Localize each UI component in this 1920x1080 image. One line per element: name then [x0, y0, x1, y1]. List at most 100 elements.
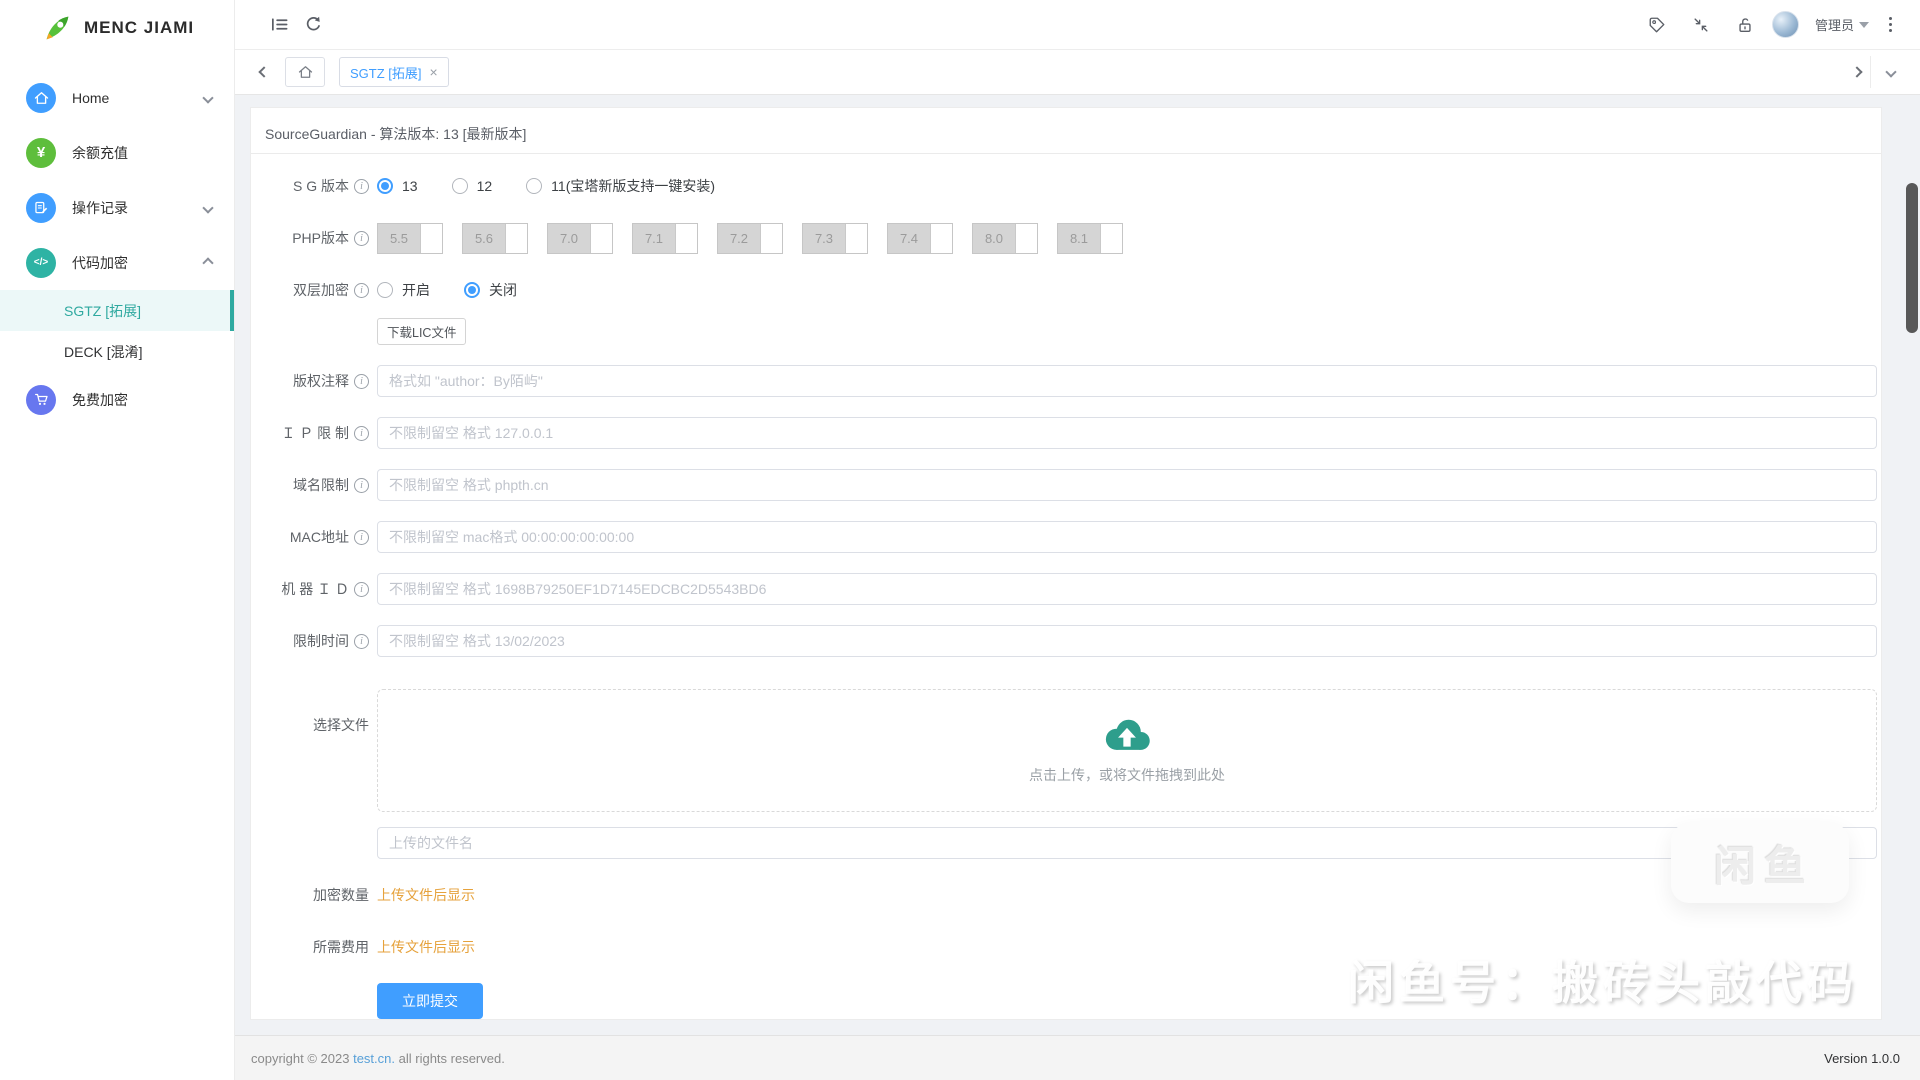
php-version-tag: 8.1	[1058, 224, 1100, 253]
sidebar-item-label: 免费加密	[72, 390, 212, 410]
double-encrypt-options: 开启 关闭 下载LIC文件	[377, 274, 1877, 345]
copyright-note-input[interactable]	[377, 365, 1877, 397]
encrypt-count-value: 上传文件后显示	[377, 885, 475, 905]
php-checkbox-7-2[interactable]: 7.2	[717, 223, 783, 254]
submit-button[interactable]: 立即提交	[377, 983, 483, 1019]
tab-sgtz[interactable]: SGTZ [拓展] ×	[339, 57, 449, 87]
php-checkbox-7-0[interactable]: 7.0	[547, 223, 613, 254]
radio-icon	[377, 282, 393, 298]
tag-icon[interactable]	[1640, 8, 1674, 42]
sg-version-options: 13 12 11(宝塔新版支持一键安装)	[377, 176, 1877, 196]
field-label: 加密数量	[265, 885, 369, 905]
version-text: Version 1.0.0	[1824, 1051, 1900, 1066]
topbar: 管理员	[235, 0, 1920, 50]
fullscreen-icon[interactable]	[1684, 8, 1718, 42]
php-checkbox-7-1[interactable]: 7.1	[632, 223, 698, 254]
checkbox-icon	[420, 224, 442, 253]
php-version-tag: 7.2	[718, 224, 760, 253]
sidebar-item-label: 余额充值	[72, 143, 212, 163]
sidebar-item-operation-records[interactable]: 操作记录	[0, 180, 234, 235]
ip-limit-input[interactable]	[377, 417, 1877, 449]
php-version-tag: 7.3	[803, 224, 845, 253]
tab-bar: SGTZ [拓展] ×	[235, 50, 1920, 95]
copyright-link[interactable]: test.cn.	[353, 1051, 395, 1066]
php-checkbox-5-6[interactable]: 5.6	[462, 223, 528, 254]
sidebar: MENC JIAMI Home ¥ 余额充值 操作记录	[0, 0, 235, 1080]
scrollbar-thumb[interactable]	[1906, 183, 1918, 333]
php-checkbox-7-3[interactable]: 7.3	[802, 223, 868, 254]
checkbox-icon	[845, 224, 867, 253]
time-limit-input[interactable]	[377, 625, 1877, 657]
machine-id-input[interactable]	[377, 573, 1877, 605]
label-text: 版权注释	[293, 371, 349, 391]
unlock-icon[interactable]	[1728, 8, 1762, 42]
sidebar-item-code-encrypt[interactable]: </> 代码加密	[0, 235, 234, 290]
upload-dropzone[interactable]: 点击上传，或将文件拖拽到此处	[377, 689, 1877, 812]
watermark-logo-text: 闲鱼	[1706, 833, 1814, 894]
info-icon[interactable]: i	[354, 374, 369, 389]
info-icon[interactable]: i	[354, 179, 369, 194]
field-label: 域名限制 i	[265, 475, 369, 495]
sidebar-item-balance-recharge[interactable]: ¥ 余额充值	[0, 125, 234, 180]
tab-label: SGTZ [拓展]	[350, 63, 422, 82]
php-checkbox-8-0[interactable]: 8.0	[972, 223, 1038, 254]
label-text: MAC地址	[290, 527, 349, 547]
home-tab-button[interactable]	[285, 57, 325, 87]
php-checkbox-7-4[interactable]: 7.4	[887, 223, 953, 254]
info-icon[interactable]: i	[354, 426, 369, 441]
tabs-scroll-right-icon[interactable]	[1844, 59, 1870, 85]
radio-sg-11[interactable]: 11(宝塔新版支持一键安装)	[526, 176, 715, 196]
field-label: MAC地址 i	[265, 527, 369, 547]
sidebar-item-home[interactable]: Home	[0, 70, 234, 125]
radio-encrypt-off[interactable]: 关闭	[464, 280, 517, 300]
checkbox-icon	[760, 224, 782, 253]
php-checkbox-5-5[interactable]: 5.5	[377, 223, 443, 254]
domain-limit-row: 域名限制 i	[265, 469, 1877, 501]
radio-label: 12	[477, 178, 493, 194]
info-icon[interactable]: i	[354, 582, 369, 597]
more-options-icon[interactable]	[1879, 11, 1902, 38]
file-select-row: 选择文件	[265, 689, 1877, 859]
info-icon[interactable]: i	[354, 530, 369, 545]
sidebar-subitem-deck[interactable]: DECK [混淆]	[0, 331, 234, 372]
domain-limit-input[interactable]	[377, 469, 1877, 501]
sg-version-row: S G 版本 i 13 12	[265, 170, 1877, 202]
label-text: 双层加密	[293, 280, 349, 300]
tabs-dropdown-button[interactable]	[1870, 56, 1910, 88]
label-text: Ｉ Ｐ 限 制	[281, 423, 349, 443]
refresh-icon[interactable]	[296, 8, 330, 42]
collapse-sidebar-icon[interactable]	[262, 8, 296, 42]
radio-sg-12[interactable]: 12	[452, 178, 493, 194]
close-icon[interactable]: ×	[430, 65, 438, 79]
info-icon[interactable]: i	[354, 478, 369, 493]
radio-selected-icon	[464, 282, 480, 298]
tabs-scroll-left-icon[interactable]	[251, 59, 277, 85]
mac-address-input[interactable]	[377, 521, 1877, 553]
double-encrypt-row: 双层加密 i 开启 关闭	[265, 274, 1877, 345]
php-checkbox-8-1[interactable]: 8.1	[1057, 223, 1123, 254]
encrypt-form: S G 版本 i 13 12	[251, 154, 1881, 1019]
uploaded-filename-input[interactable]	[377, 827, 1877, 859]
records-icon	[26, 193, 56, 223]
radio-sg-13[interactable]: 13	[377, 178, 418, 194]
submenu-item-label: DECK [混淆]	[64, 342, 143, 362]
user-avatar[interactable]	[1772, 11, 1799, 38]
field-label: 所需费用	[265, 937, 369, 957]
download-lic-button[interactable]: 下载LIC文件	[377, 318, 466, 345]
sidebar-subitem-sgtz[interactable]: SGTZ [拓展]	[0, 290, 234, 331]
code-encrypt-icon: </>	[26, 248, 56, 278]
field-label: 双层加密 i	[265, 280, 369, 300]
info-icon[interactable]: i	[354, 231, 369, 246]
sidebar-item-free-encrypt[interactable]: 免费加密	[0, 372, 234, 427]
copyright-note-row: 版权注释 i	[265, 365, 1877, 397]
fee-value: 上传文件后显示	[377, 937, 475, 957]
radio-encrypt-on[interactable]: 开启	[377, 280, 430, 300]
info-icon[interactable]: i	[354, 283, 369, 298]
copyright-suffix: all rights reserved.	[395, 1051, 505, 1066]
sidebar-menu: Home ¥ 余额充值 操作记录 </> 代码加密	[0, 56, 234, 427]
label-text: 机 器 Ｉ Ｄ	[281, 579, 349, 599]
home-icon	[26, 83, 56, 113]
php-version-tag: 8.0	[973, 224, 1015, 253]
user-menu[interactable]: 管理员	[1809, 15, 1869, 34]
info-icon[interactable]: i	[354, 634, 369, 649]
